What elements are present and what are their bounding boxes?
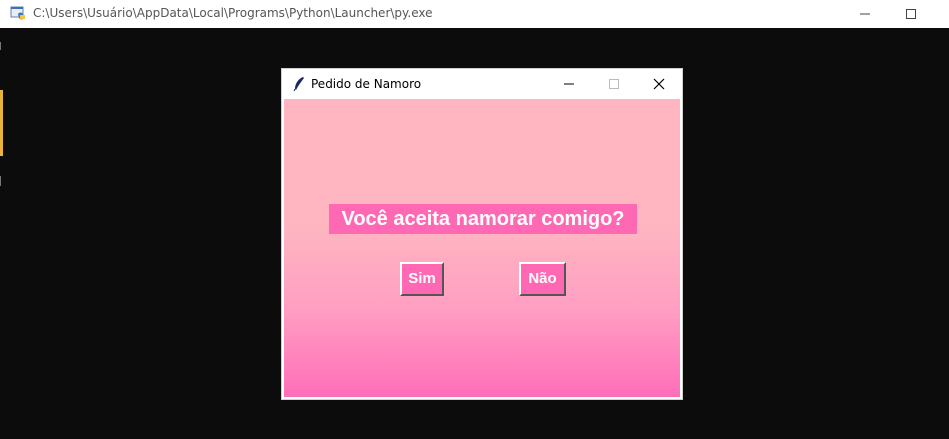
- maximize-icon: [906, 9, 916, 19]
- console-titlebar[interactable]: C:\Users\Usuário\AppData\Local\Programs\…: [0, 0, 949, 28]
- maximize-button[interactable]: [888, 0, 934, 28]
- dialog-minimize-button[interactable]: [546, 69, 591, 99]
- tk-feather-icon: [292, 76, 306, 92]
- dialog-close-button[interactable]: [636, 69, 681, 99]
- dialog-title: Pedido de Namoro: [311, 77, 422, 91]
- python-launcher-icon: [10, 5, 26, 21]
- dialog-maximize-button[interactable]: [591, 69, 636, 99]
- question-label: Você aceita namorar comigo?: [329, 204, 637, 234]
- minimize-icon: [563, 83, 574, 85]
- minimize-icon: [860, 13, 870, 15]
- dialog-content: Você aceita namorar comigo? Sim Não: [284, 99, 680, 397]
- maximize-icon: [608, 79, 619, 89]
- no-button[interactable]: Não: [519, 262, 566, 296]
- dialog-titlebar[interactable]: Pedido de Namoro: [282, 69, 682, 99]
- console-title: C:\Users\Usuário\AppData\Local\Programs\…: [33, 6, 433, 20]
- dialog-window: Pedido de Namoro Você aceita namorar com…: [282, 69, 682, 399]
- minimize-button[interactable]: [842, 0, 888, 28]
- console-left-strip: [0, 28, 3, 439]
- yes-button[interactable]: Sim: [400, 262, 444, 296]
- close-icon: [653, 78, 664, 90]
